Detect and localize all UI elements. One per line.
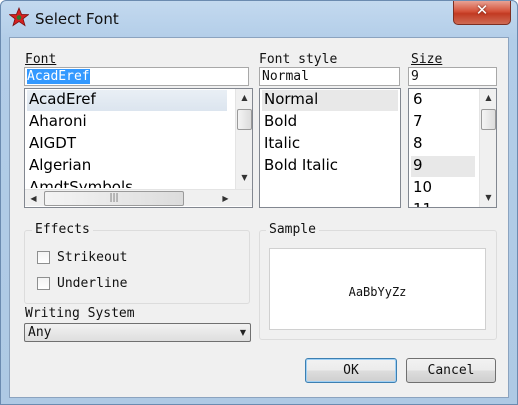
- font-list-vscrollbar[interactable]: ▲ ▼: [235, 89, 252, 189]
- close-icon: ✕: [475, 1, 489, 19]
- strikeout-label[interactable]: Strikeout: [57, 250, 127, 265]
- red-star-icon: [9, 7, 29, 27]
- list-item[interactable]: 8: [411, 134, 475, 155]
- scroll-down-icon[interactable]: ▼: [236, 169, 252, 186]
- list-item[interactable]: Bold Italic: [262, 156, 398, 177]
- scroll-up-icon[interactable]: ▲: [480, 89, 496, 106]
- size-input[interactable]: 9: [408, 67, 497, 86]
- font-style-list[interactable]: Normal Bold Italic Bold Italic: [259, 88, 401, 208]
- size-label: Size: [411, 52, 442, 67]
- font-list-hscrollbar[interactable]: ◀ ||| ▶: [25, 189, 252, 206]
- cancel-button[interactable]: Cancel: [406, 358, 496, 383]
- dialog-body: Font AcadEref AcadEref Aharoni AIGDT Alg…: [9, 37, 509, 398]
- window-title: Select Font: [35, 10, 119, 28]
- scroll-left-icon[interactable]: ◀: [25, 190, 42, 207]
- strikeout-checkbox[interactable]: [37, 251, 50, 264]
- close-button[interactable]: ✕: [453, 1, 511, 25]
- effects-label: Effects: [32, 222, 93, 237]
- writing-system-label: Writing System: [25, 306, 135, 321]
- underline-checkbox[interactable]: [37, 277, 50, 290]
- sample-preview: AaBbYyZz: [269, 248, 486, 330]
- size-list-vscrollbar[interactable]: ▲ ▼: [479, 89, 496, 207]
- scroll-up-icon[interactable]: ▲: [236, 89, 252, 106]
- size-list[interactable]: 6 7 8 9 10 11 ▲ ▼: [408, 88, 497, 208]
- sample-text: AaBbYyZz: [348, 285, 407, 299]
- scroll-thumb[interactable]: [481, 109, 496, 130]
- list-item[interactable]: 7: [411, 112, 475, 133]
- list-item[interactable]: Italic: [262, 134, 398, 155]
- list-item[interactable]: 10: [411, 178, 475, 199]
- list-item[interactable]: AmdtSymbols: [27, 178, 227, 188]
- font-style-input[interactable]: Normal: [259, 67, 400, 86]
- font-label-text: Font: [25, 52, 57, 67]
- underline-label[interactable]: Underline: [57, 276, 127, 291]
- chevron-down-icon: ▼: [239, 328, 246, 337]
- list-item[interactable]: AcadEref: [27, 90, 227, 111]
- scroll-thumb[interactable]: [237, 109, 252, 130]
- scroll-down-icon[interactable]: ▼: [480, 189, 496, 206]
- list-item[interactable]: Bold: [262, 112, 398, 133]
- writing-system-select[interactable]: Any ▼: [24, 323, 251, 342]
- list-item[interactable]: AIGDT: [27, 134, 227, 155]
- list-item[interactable]: Normal: [262, 90, 398, 111]
- size-label-text: Size: [411, 52, 443, 67]
- list-item[interactable]: 6: [411, 90, 475, 111]
- list-item[interactable]: 9: [411, 156, 475, 177]
- effects-group: [24, 230, 250, 304]
- scroll-right-icon[interactable]: ▶: [217, 190, 234, 207]
- list-item[interactable]: Aharoni: [27, 112, 227, 133]
- font-input[interactable]: AcadEref: [24, 67, 249, 86]
- font-list[interactable]: AcadEref Aharoni AIGDT Algerian AmdtSymb…: [24, 88, 253, 208]
- sample-label: Sample: [266, 222, 319, 237]
- select-font-dialog: Select Font ✕ Font AcadEref AcadEref Aha…: [0, 0, 518, 405]
- font-label: Font: [25, 52, 56, 67]
- scroll-thumb[interactable]: |||: [44, 191, 184, 206]
- font-style-label: Font style: [259, 52, 338, 67]
- font-input-value: AcadEref: [27, 69, 90, 84]
- list-item[interactable]: 11: [411, 200, 475, 207]
- writing-system-value: Any: [28, 325, 52, 340]
- ok-button[interactable]: OK: [305, 358, 397, 383]
- title-bar[interactable]: Select Font ✕: [1, 1, 517, 37]
- list-item[interactable]: Algerian: [27, 156, 227, 177]
